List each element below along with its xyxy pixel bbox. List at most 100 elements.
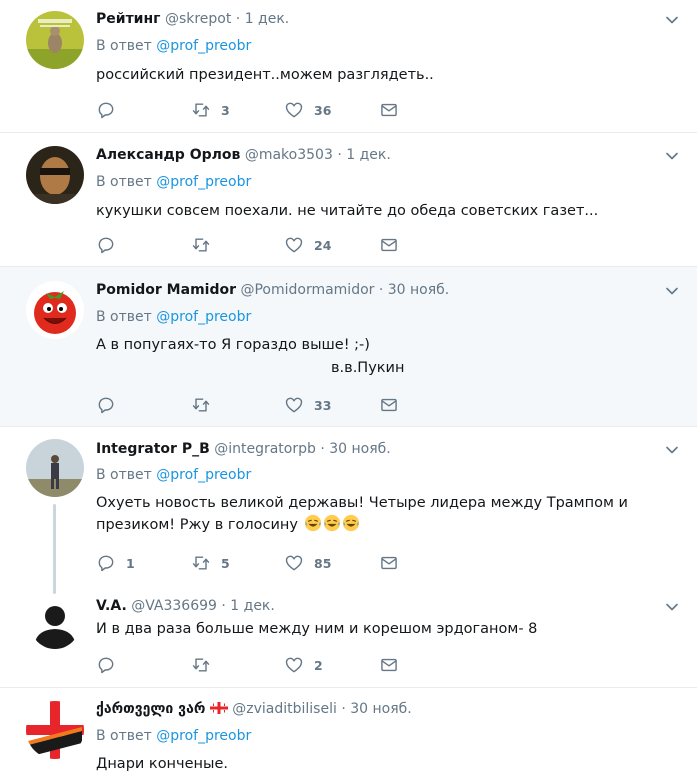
separator-dot: · — [337, 147, 342, 163]
timestamp[interactable]: 30 нояб. — [350, 701, 412, 717]
reply-button[interactable] — [96, 234, 126, 256]
georgian-flag-icon — [209, 701, 229, 715]
envelope-icon — [381, 238, 397, 252]
reply-to-link[interactable]: @prof_preobr — [156, 174, 251, 190]
retweet-button[interactable] — [191, 394, 221, 416]
like-count: 36 — [314, 102, 332, 118]
reply-button[interactable]: 1 — [96, 552, 135, 574]
reply-to-link[interactable]: @prof_preobr — [156, 309, 251, 325]
tweet-header: V.A. @VA336699 · 1 дек. — [96, 596, 275, 616]
retweet-button[interactable]: 3 — [191, 99, 230, 121]
tweet-3[interactable]: Pomidor Mamidor @Pomidormamidor · 30 ноя… — [0, 267, 697, 427]
chevron-down-icon[interactable] — [665, 284, 679, 298]
display-name[interactable]: Integrator P_B — [96, 441, 210, 457]
reply-icon — [98, 555, 114, 572]
chevron-down-icon[interactable] — [665, 149, 679, 163]
avatar[interactable] — [26, 439, 84, 497]
retweet-button[interactable] — [191, 654, 221, 676]
separator-dot: · — [341, 701, 346, 717]
tweet-header: ქართველი ვარ @zviaditbiliseli · 30 нояб. — [96, 699, 412, 719]
reply-to-link[interactable]: @prof_preobr — [156, 728, 251, 744]
like-button[interactable]: 85 — [284, 552, 331, 574]
timestamp[interactable]: 1 дек. — [245, 11, 290, 27]
tweet-1[interactable]: Рейтинг @skrepot · 1 дек. В ответ @prof_… — [0, 0, 697, 133]
user-handle[interactable]: @VA336699 — [131, 598, 217, 614]
tweet-text-line-2-content: презиком! Ржу в голосину — [96, 517, 298, 533]
envelope-icon — [381, 658, 397, 672]
tweet-6[interactable]: ქართველი ვარ @zviaditbiliseli · 30 нояб.… — [0, 688, 697, 783]
timestamp[interactable]: 30 нояб. — [329, 441, 391, 457]
reply-context: В ответ @prof_preobr — [96, 465, 251, 485]
reply-to-link[interactable]: @prof_preobr — [156, 38, 251, 54]
tweet-4[interactable]: Integrator P_B @integratorpb · 30 нояб. … — [0, 427, 697, 594]
tweet-2[interactable]: Александр Орлов @mako3503 · 1 дек. В отв… — [0, 133, 697, 267]
like-button[interactable]: 36 — [284, 99, 331, 121]
direct-message-button[interactable] — [379, 234, 399, 256]
reply-context: В ответ @prof_preobr — [96, 172, 251, 192]
direct-message-button[interactable] — [379, 552, 399, 574]
separator-dot: · — [320, 441, 325, 457]
separator-dot: · — [378, 282, 384, 298]
direct-message-button[interactable] — [379, 99, 399, 121]
direct-message-button[interactable] — [379, 654, 399, 676]
user-handle[interactable]: @skrepot — [165, 11, 231, 27]
avatar[interactable] — [26, 11, 84, 69]
display-name[interactable]: V.A. — [96, 598, 127, 614]
reply-icon — [98, 397, 114, 414]
direct-message-button[interactable] — [379, 394, 399, 416]
like-count: 24 — [314, 237, 332, 253]
tweet-header: Александр Орлов @mako3503 · 1 дек. — [96, 145, 391, 165]
reply-prefix: В ответ — [96, 467, 152, 483]
avatar[interactable] — [26, 701, 84, 759]
user-handle[interactable]: @integratorpb — [214, 441, 316, 457]
timestamp[interactable]: 1 дек. — [346, 147, 391, 163]
timestamp[interactable]: 30 нояб. — [388, 282, 450, 298]
display-name[interactable]: ქართველი ვარ — [96, 701, 205, 717]
like-button[interactable]: 2 — [284, 654, 323, 676]
reply-to-link[interactable]: @prof_preobr — [156, 467, 251, 483]
heart-icon — [285, 237, 303, 253]
tweet-header: Рейтинг @skrepot · 1 дек. — [96, 9, 289, 29]
like-button[interactable]: 33 — [284, 394, 331, 416]
avatar[interactable] — [30, 599, 80, 649]
tweet-text-line-2: презиком! Ржу в голосину — [96, 514, 360, 536]
thread-connector — [53, 504, 56, 594]
heart-icon — [285, 102, 303, 118]
tweet-text-line-1: Охуеть новость великой державы! Четыре л… — [96, 495, 628, 511]
tweet-text: А в попугаях-то Я гораздо выше! ;-) — [96, 337, 370, 353]
reply-button[interactable] — [96, 99, 126, 121]
retweet-icon — [192, 398, 210, 412]
display-name[interactable]: Александр Орлов — [96, 147, 240, 163]
avatar[interactable] — [26, 146, 84, 204]
avatar[interactable] — [26, 281, 84, 339]
tweet-5[interactable]: V.A. @VA336699 · 1 дек. И в два раза бол… — [0, 587, 697, 688]
heart-icon — [285, 657, 303, 673]
retweet-count: 3 — [221, 102, 230, 118]
user-handle[interactable]: @zviaditbiliseli — [232, 701, 337, 717]
user-handle[interactable]: @Pomidormamidor — [240, 282, 374, 298]
retweet-icon — [192, 103, 210, 117]
laughing-tears-emoji-icon — [304, 514, 321, 532]
chevron-down-icon[interactable] — [665, 600, 679, 614]
reply-icon — [98, 237, 114, 254]
display-name[interactable]: Pomidor Mamidor — [96, 282, 236, 298]
like-button[interactable]: 24 — [284, 234, 331, 256]
chevron-down-icon[interactable] — [665, 443, 679, 457]
reply-button[interactable] — [96, 654, 126, 676]
envelope-icon — [381, 398, 397, 412]
retweet-button[interactable]: 5 — [191, 552, 230, 574]
reply-context: В ответ @prof_preobr — [96, 726, 251, 746]
like-count: 33 — [314, 397, 332, 413]
timestamp[interactable]: 1 дек. — [230, 598, 275, 614]
reply-button[interactable] — [96, 394, 126, 416]
tweet-header: Pomidor Mamidor @Pomidormamidor · 30 ноя… — [96, 280, 449, 300]
display-name[interactable]: Рейтинг — [96, 11, 160, 27]
retweet-button[interactable] — [191, 234, 221, 256]
envelope-icon — [381, 103, 397, 117]
chevron-down-icon[interactable] — [665, 13, 679, 27]
like-count: 2 — [314, 657, 323, 673]
laughing-tears-emoji-icon — [323, 514, 340, 532]
heart-icon — [285, 397, 303, 413]
laughing-tears-emoji-icon — [342, 514, 359, 532]
user-handle[interactable]: @mako3503 — [245, 147, 333, 163]
